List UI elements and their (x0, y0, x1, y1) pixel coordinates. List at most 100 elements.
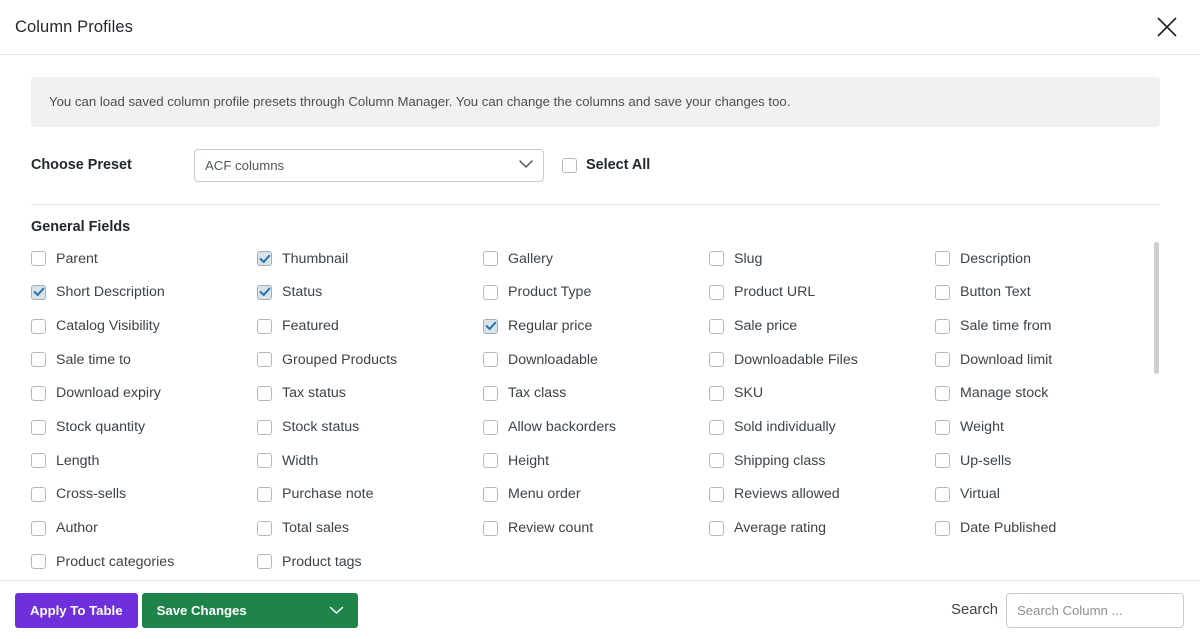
field-checkbox[interactable] (935, 319, 950, 334)
field-checkbox-item[interactable]: Manage stock (935, 377, 1160, 411)
save-changes-button[interactable]: Save Changes (142, 593, 358, 628)
field-checkbox[interactable] (709, 285, 724, 300)
field-checkbox-item[interactable]: Slug (709, 242, 935, 276)
field-checkbox[interactable] (31, 554, 46, 569)
field-checkbox-item[interactable]: Up-sells (935, 444, 1160, 478)
field-checkbox-item[interactable]: Virtual (935, 478, 1160, 512)
field-checkbox-item[interactable]: Short Description (31, 276, 257, 310)
field-checkbox-item[interactable]: Status (257, 276, 483, 310)
field-checkbox-item[interactable]: Width (257, 444, 483, 478)
fields-scrollbar[interactable] (1153, 242, 1160, 572)
field-checkbox-item[interactable]: Download expiry (31, 377, 257, 411)
field-checkbox-item[interactable]: Length (31, 444, 257, 478)
field-checkbox-item[interactable]: Allow backorders (483, 410, 709, 444)
field-checkbox-item[interactable]: Sale time from (935, 309, 1160, 343)
field-checkbox-item[interactable]: Date Published (935, 511, 1160, 545)
chevron-down-icon[interactable] (329, 606, 344, 615)
field-checkbox-item[interactable]: Button Text (935, 276, 1160, 310)
field-checkbox[interactable] (483, 386, 498, 401)
field-checkbox[interactable] (257, 386, 272, 401)
field-checkbox[interactable] (709, 420, 724, 435)
field-checkbox-item[interactable]: Download limit (935, 343, 1160, 377)
field-checkbox[interactable] (935, 487, 950, 502)
field-checkbox[interactable] (31, 319, 46, 334)
field-checkbox[interactable] (257, 554, 272, 569)
field-checkbox-item[interactable]: Product Type (483, 276, 709, 310)
field-checkbox[interactable] (31, 487, 46, 502)
field-checkbox[interactable] (31, 285, 46, 300)
field-checkbox[interactable] (257, 521, 272, 536)
field-checkbox-item[interactable]: Height (483, 444, 709, 478)
field-checkbox[interactable] (935, 521, 950, 536)
field-checkbox-item[interactable]: Gallery (483, 242, 709, 276)
field-checkbox-item[interactable]: Downloadable Files (709, 343, 935, 377)
field-checkbox[interactable] (935, 285, 950, 300)
field-checkbox-item[interactable]: Description (935, 242, 1160, 276)
field-checkbox[interactable] (935, 251, 950, 266)
field-checkbox-item[interactable]: Regular price (483, 309, 709, 343)
field-checkbox[interactable] (935, 453, 950, 468)
field-checkbox-item[interactable]: Tax status (257, 377, 483, 411)
field-checkbox[interactable] (257, 285, 272, 300)
field-checkbox[interactable] (483, 352, 498, 367)
field-checkbox-item[interactable]: Reviews allowed (709, 478, 935, 512)
field-checkbox[interactable] (483, 285, 498, 300)
field-checkbox[interactable] (483, 420, 498, 435)
field-checkbox[interactable] (935, 386, 950, 401)
field-checkbox[interactable] (483, 521, 498, 536)
field-checkbox-item[interactable]: Parent (31, 242, 257, 276)
field-checkbox[interactable] (709, 521, 724, 536)
field-checkbox-item[interactable]: Product URL (709, 276, 935, 310)
field-checkbox[interactable] (483, 453, 498, 468)
field-checkbox[interactable] (257, 251, 272, 266)
field-checkbox-item[interactable]: Stock quantity (31, 410, 257, 444)
field-checkbox-item[interactable]: Stock status (257, 410, 483, 444)
field-checkbox-item[interactable]: Shipping class (709, 444, 935, 478)
field-checkbox-item[interactable]: SKU (709, 377, 935, 411)
field-checkbox[interactable] (709, 319, 724, 334)
fields-scrollbar-thumb[interactable] (1154, 242, 1159, 374)
field-checkbox-item[interactable]: Thumbnail (257, 242, 483, 276)
field-checkbox-item[interactable]: Product categories (31, 545, 257, 572)
field-checkbox-item[interactable]: Tax class (483, 377, 709, 411)
field-checkbox[interactable] (257, 319, 272, 334)
field-checkbox-item[interactable]: Average rating (709, 511, 935, 545)
field-checkbox[interactable] (31, 420, 46, 435)
field-checkbox-item[interactable]: Weight (935, 410, 1160, 444)
field-checkbox[interactable] (31, 453, 46, 468)
field-checkbox[interactable] (935, 420, 950, 435)
field-checkbox[interactable] (257, 352, 272, 367)
field-checkbox-item[interactable]: Downloadable (483, 343, 709, 377)
field-checkbox[interactable] (709, 487, 724, 502)
preset-select[interactable]: ACF columns (194, 149, 544, 182)
field-checkbox[interactable] (483, 319, 498, 334)
select-all-control[interactable]: Select All (562, 157, 650, 173)
field-checkbox[interactable] (31, 521, 46, 536)
field-checkbox-item[interactable]: Menu order (483, 478, 709, 512)
select-all-checkbox[interactable] (562, 158, 577, 173)
field-checkbox[interactable] (31, 251, 46, 266)
field-checkbox[interactable] (935, 352, 950, 367)
field-checkbox-item[interactable]: Product tags (257, 545, 483, 572)
field-checkbox-item[interactable]: Sale time to (31, 343, 257, 377)
field-checkbox[interactable] (31, 386, 46, 401)
field-checkbox[interactable] (257, 420, 272, 435)
field-checkbox[interactable] (709, 386, 724, 401)
close-button[interactable] (1150, 10, 1184, 44)
field-checkbox[interactable] (483, 487, 498, 502)
search-input[interactable] (1006, 593, 1184, 628)
apply-to-table-button[interactable]: Apply To Table (15, 593, 138, 628)
field-checkbox-item[interactable]: Catalog Visibility (31, 309, 257, 343)
field-checkbox-item[interactable]: Author (31, 511, 257, 545)
field-checkbox-item[interactable]: Sale price (709, 309, 935, 343)
field-checkbox[interactable] (31, 352, 46, 367)
field-checkbox[interactable] (709, 453, 724, 468)
field-checkbox-item[interactable]: Total sales (257, 511, 483, 545)
field-checkbox[interactable] (709, 352, 724, 367)
field-checkbox[interactable] (709, 251, 724, 266)
field-checkbox-item[interactable]: Purchase note (257, 478, 483, 512)
field-checkbox[interactable] (257, 453, 272, 468)
field-checkbox[interactable] (257, 487, 272, 502)
field-checkbox-item[interactable]: Cross-sells (31, 478, 257, 512)
field-checkbox-item[interactable]: Sold individually (709, 410, 935, 444)
